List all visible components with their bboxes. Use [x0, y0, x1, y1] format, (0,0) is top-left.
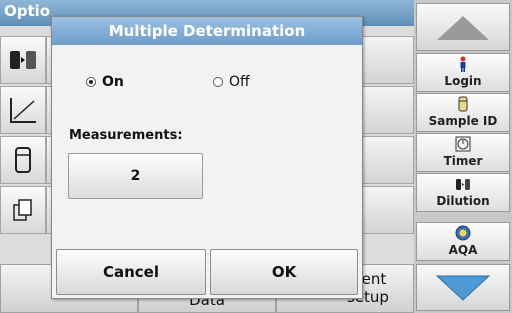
- dialog-title: Multiple Determination: [52, 17, 362, 45]
- radio-off[interactable]: Off: [213, 74, 250, 90]
- radio-on[interactable]: On: [86, 74, 124, 90]
- copy-tile[interactable]: [0, 186, 46, 234]
- multiple-determination-dialog: Multiple Determination On Off Measuremen…: [51, 16, 363, 299]
- vials-icon: [10, 51, 36, 69]
- dilution-label: Dilution: [436, 194, 490, 208]
- triangle-down-icon: [435, 275, 491, 301]
- triangle-up-icon: [437, 16, 489, 40]
- login-label: Login: [444, 74, 482, 88]
- curve-tile[interactable]: [0, 86, 46, 134]
- radio-on-label: On: [102, 74, 124, 90]
- aqa-button[interactable]: AQA: [416, 222, 510, 261]
- dilution-button[interactable]: Dilution: [416, 173, 510, 212]
- sample-id-label: Sample ID: [428, 114, 498, 128]
- scroll-down-button[interactable]: [416, 264, 510, 311]
- timer-button[interactable]: Timer: [416, 133, 510, 172]
- cuvette-icon: [15, 147, 31, 173]
- measurements-input[interactable]: 2: [68, 153, 203, 199]
- measurements-label: Measurements:: [69, 128, 183, 143]
- cancel-button[interactable]: Cancel: [56, 249, 206, 295]
- cuvette-tile[interactable]: [0, 136, 46, 184]
- timer-label: Timer: [443, 154, 483, 168]
- dilution-icon: [456, 179, 470, 190]
- sample-tile[interactable]: [0, 36, 46, 84]
- aqa-icon: [455, 225, 471, 241]
- right-panel: Login Sample ID Timer Dilution AQA: [414, 0, 512, 313]
- timer-icon: [455, 136, 471, 152]
- copy-icon: [13, 199, 32, 221]
- radio-off-label: Off: [229, 74, 250, 90]
- person-icon: [460, 56, 466, 72]
- login-button[interactable]: Login: [416, 53, 510, 92]
- radio-unselected-icon: [213, 77, 223, 87]
- scroll-up-button[interactable]: [416, 3, 510, 51]
- radio-selected-icon: [86, 77, 96, 87]
- sample-id-button[interactable]: Sample ID: [416, 93, 510, 132]
- header-title: Optio: [4, 2, 51, 20]
- calibration-curve-icon: [10, 98, 36, 123]
- aqa-label: AQA: [448, 243, 478, 257]
- vial-icon: [458, 96, 468, 112]
- ok-button[interactable]: OK: [210, 249, 358, 295]
